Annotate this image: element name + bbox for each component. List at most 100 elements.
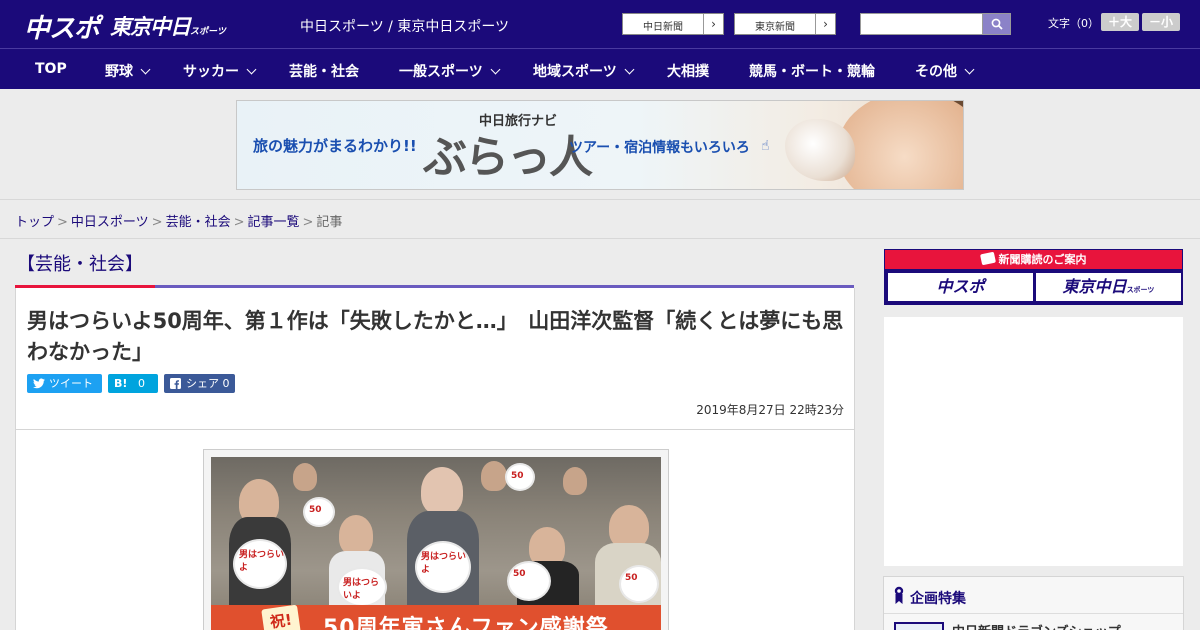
article-photo[interactable]: 男はつらいよ 男はつらいよ 男はつらいよ 50 50 50 50 祝! 50周年… [211, 457, 661, 630]
subscription-box[interactable]: 新聞購読のご案内 中スポ 東京中日スポーツ [884, 249, 1183, 305]
facebook-share-button[interactable]: シェア 0 [164, 374, 235, 393]
nav-item-sumo[interactable]: 大相撲 [667, 61, 709, 81]
nav-label: 大相撲 [667, 64, 709, 80]
chevron-right-icon: › [703, 14, 723, 34]
chunichi-shimbun-label: 中日新聞 [643, 22, 683, 33]
chevron-down-icon [246, 64, 257, 75]
photo-fan: 50 [303, 497, 335, 527]
photo-banner-text: 50周年寅さんファン感謝祭 [323, 616, 609, 630]
photo-fan: 男はつらいよ [337, 567, 387, 607]
nav-item-others[interactable]: その他 [915, 61, 975, 81]
nav-label: 地域スポーツ [533, 64, 617, 80]
hatena-bookmark-button[interactable]: B! 0 [108, 374, 158, 393]
nav-label: TOP [35, 61, 67, 77]
subscribe-tokyo-logo: 東京中日 [1062, 277, 1127, 296]
photo-person [421, 467, 463, 515]
breadcrumb-top[interactable]: トップ [15, 215, 54, 230]
tweet-button[interactable]: ツイート [27, 374, 102, 393]
photo-fan-text: 男はつらいよ [239, 550, 285, 573]
font-size-decrease-button[interactable]: －小 [1142, 13, 1180, 31]
tokyo-logo-sub: スポーツ [190, 27, 226, 37]
breadcrumb-separator: > [302, 215, 314, 230]
chevron-right-icon: › [815, 14, 835, 34]
font-size-increase-button[interactable]: ＋大 [1101, 13, 1139, 31]
ad-lead-text: 旅の魅力がまるわかり!! [253, 137, 417, 155]
newspaper-icon [979, 251, 996, 266]
chevron-down-icon [490, 64, 501, 75]
ad-band: 旅の魅力がまるわかり!! 中日旅行ナビ ぶらっ人 ツアー・宿泊情報もいろいろ ☝ [0, 89, 1200, 200]
ad-model-face [837, 101, 963, 189]
tokyo-chunichi-logo[interactable]: 東京中日スポーツ [110, 11, 226, 41]
nav-item-entertainment[interactable]: 芸能・社会 [289, 61, 359, 81]
subscription-heading: 新聞購読のご案内 [885, 250, 1182, 269]
article-photo-frame: 男はつらいよ 男はつらいよ 男はつらいよ 50 50 50 50 祝! 50周年… [203, 449, 669, 630]
site-title[interactable]: 中日スポーツ / 東京中日スポーツ [300, 16, 509, 36]
photo-person [339, 515, 373, 555]
feature-title: 企画特集 [910, 591, 966, 607]
nav-item-top[interactable]: TOP [35, 61, 67, 77]
hatena-count: 0 [138, 377, 145, 390]
article-card: 男はつらいよ50周年、第１作は「失敗したかと…」 山田洋次監督「続くとは夢にも思… [15, 288, 855, 630]
chevron-down-icon [140, 64, 151, 75]
photo-fan-num: 50 [513, 569, 526, 579]
subscribe-tokyo-logo-sub: スポーツ [1126, 286, 1155, 294]
chunichi-shimbun-button[interactable]: 中日新聞 › [622, 13, 724, 35]
chuspo-logo[interactable]: 中スポ [24, 8, 100, 45]
twitter-bird-icon [33, 374, 45, 395]
photo-person [293, 463, 317, 491]
photo-fan: 男はつらいよ [233, 539, 287, 589]
facebook-icon [170, 374, 181, 395]
breadcrumb-separator: > [233, 215, 245, 230]
nav-item-general-sports[interactable]: 一般スポーツ [399, 61, 501, 81]
article-divider [16, 429, 854, 430]
nav-item-local-sports[interactable]: 地域スポーツ [533, 61, 635, 81]
search-icon [991, 18, 1003, 30]
breadcrumb-band: トップ > 中日スポーツ > 芸能・社会 > 記事一覧 > 記事 [0, 201, 1200, 239]
breadcrumb-article-list[interactable]: 記事一覧 [248, 215, 300, 230]
photo-fan-text: 男はつらいよ [421, 552, 467, 575]
nav-label: 芸能・社会 [289, 64, 359, 80]
chevron-down-icon [964, 64, 975, 75]
travel-ad-banner[interactable]: 旅の魅力がまるわかり!! 中日旅行ナビ ぶらっ人 ツアー・宿泊情報もいろいろ ☝ [236, 100, 964, 190]
seashell-image [785, 119, 855, 181]
nav-label: 一般スポーツ [399, 64, 483, 80]
breadcrumb-separator: > [151, 215, 163, 230]
subscribe-chuspo-button[interactable]: 中スポ [888, 273, 1033, 301]
breadcrumb-entertainment[interactable]: 芸能・社会 [166, 215, 231, 230]
nav-item-racing[interactable]: 競馬・ボート・競輪 [749, 61, 875, 81]
pointing-hand-icon: ☝ [761, 138, 770, 154]
photo-banner-iwai: 祝! [261, 604, 301, 630]
subscription-heading-text: 新聞購読のご案内 [998, 253, 1087, 266]
nav-item-baseball[interactable]: 野球 [105, 61, 151, 81]
nav-label: 競馬・ボート・競輪 [749, 64, 875, 80]
global-nav: TOP 野球 サッカー 芸能・社会 一般スポーツ 地域スポーツ 大相撲 競馬・ボ… [0, 48, 1200, 89]
nav-label: 野球 [105, 64, 133, 80]
feature-item-dragons-shop[interactable]: 中日新聞ドラゴンズショップ [952, 621, 1121, 630]
feature-item-thumbnail[interactable] [894, 622, 944, 630]
photo-fan-num: 50 [625, 573, 638, 583]
photo-fan: 50 [619, 565, 659, 603]
tokyo-shimbun-button[interactable]: 東京新聞 › [734, 13, 836, 35]
facebook-share-text: シェア [186, 377, 219, 390]
breadcrumb-current: 記事 [316, 215, 343, 230]
breadcrumb: トップ > 中日スポーツ > 芸能・社会 > 記事一覧 > 記事 [15, 211, 342, 230]
breadcrumb-chuspo[interactable]: 中日スポーツ [71, 215, 149, 230]
photo-fan-text: 男はつらいよ [343, 578, 380, 601]
photo-fan: 50 [505, 463, 535, 491]
sidebar-ad-slot [884, 317, 1183, 566]
photo-fan: 50 [507, 561, 551, 601]
nav-item-soccer[interactable]: サッカー [183, 61, 257, 81]
photo-fan: 男はつらいよ [415, 541, 471, 593]
ad-brand-logo: ぶらっ人 [423, 132, 593, 183]
feature-divider [884, 613, 1183, 614]
hatena-bookmark-icon: B! [114, 377, 128, 390]
nav-label: その他 [915, 64, 957, 80]
subscribe-tokyo-chunichi-button[interactable]: 東京中日スポーツ [1036, 273, 1181, 301]
tweet-label: ツイート [49, 377, 93, 390]
search-button[interactable] [982, 13, 1011, 35]
breadcrumb-separator: > [57, 215, 68, 230]
photo-person [481, 461, 507, 491]
photo-person [563, 467, 587, 495]
search-input[interactable] [860, 13, 984, 35]
tokyo-logo-text: 東京中日 [110, 15, 191, 39]
